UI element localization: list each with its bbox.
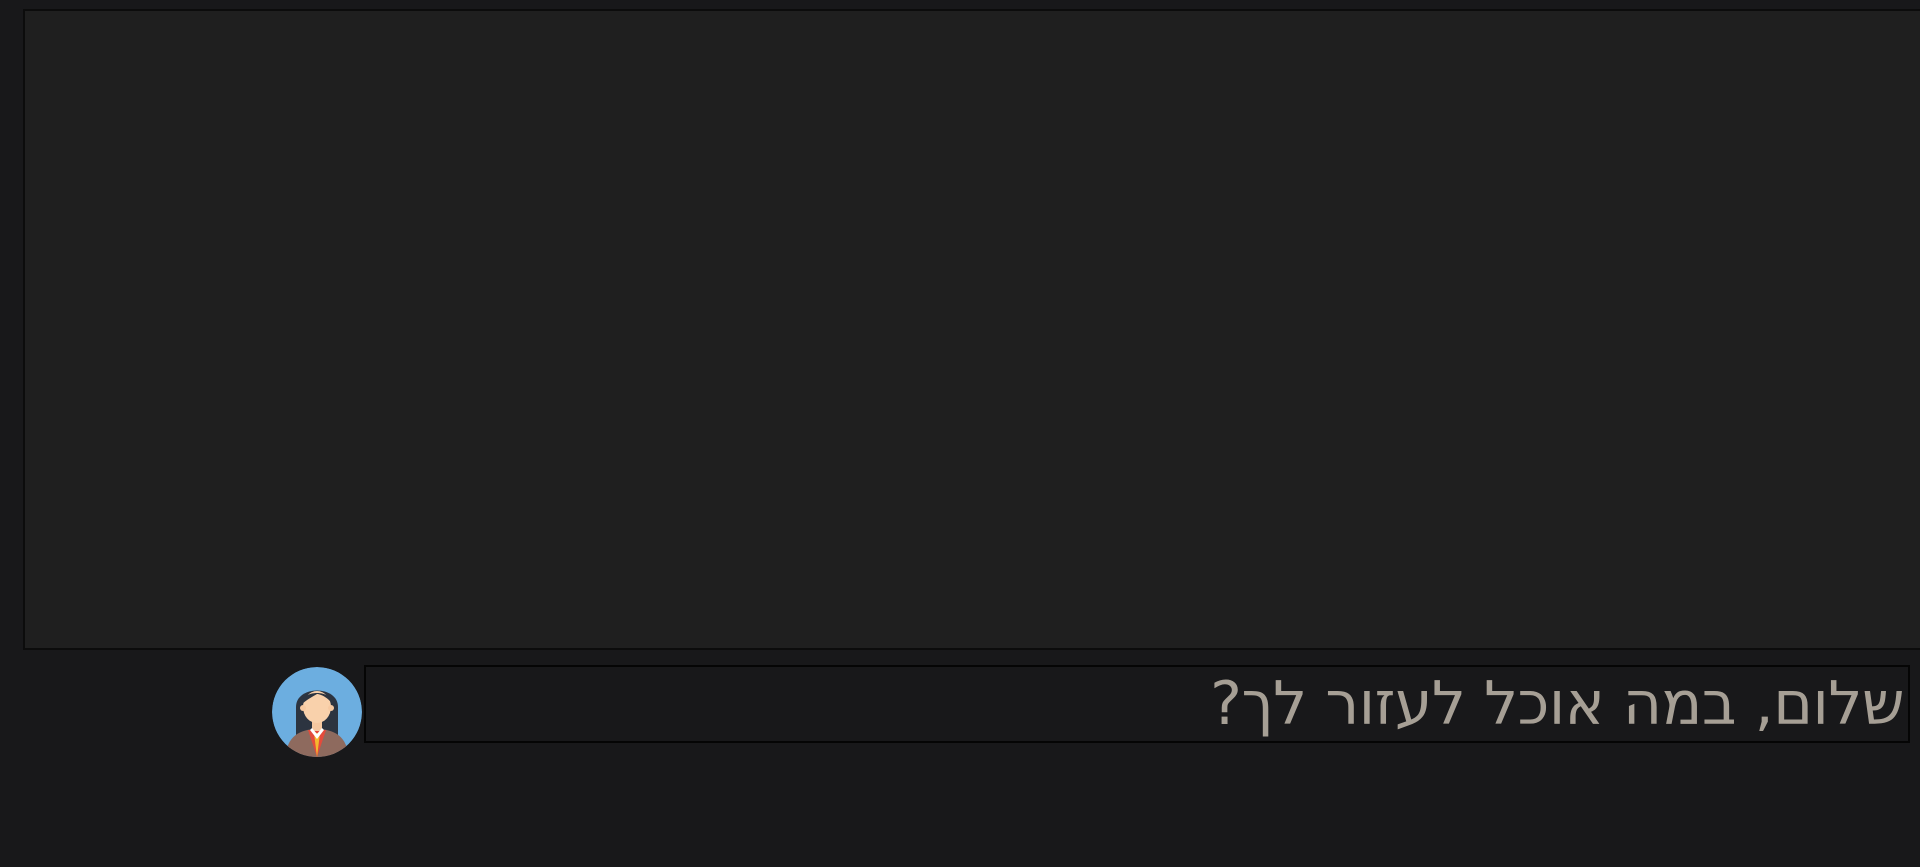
assistant-message-text: שלום, במה אוכל לעזור לך? bbox=[1210, 669, 1904, 739]
chat-window: שלום, במה אוכל לעזור לך? bbox=[0, 0, 1920, 867]
woman-agent-avatar-icon bbox=[272, 667, 362, 757]
assistant-message-bubble: שלום, במה אוכל לעזור לך? bbox=[364, 665, 1910, 743]
assistant-avatar-icon bbox=[272, 667, 362, 757]
chat-history-area[interactable] bbox=[23, 9, 1920, 650]
